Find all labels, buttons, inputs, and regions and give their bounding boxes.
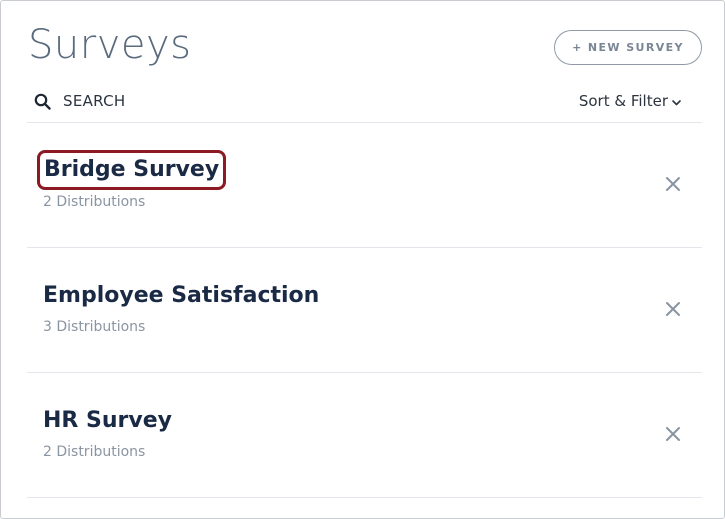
survey-name-link[interactable]: Bridge Survey xyxy=(36,150,227,190)
survey-row[interactable]: Bridge Survey 2 Distributions xyxy=(27,123,702,248)
search-label: SEARCH xyxy=(63,92,126,110)
row-divider xyxy=(27,497,702,498)
distribution-count: 2 Distributions xyxy=(43,194,146,210)
page-title: Surveys xyxy=(28,22,192,68)
search-icon xyxy=(34,93,51,110)
close-icon xyxy=(664,300,682,318)
survey-name-link[interactable]: Employee Satisfaction xyxy=(43,282,319,310)
close-icon xyxy=(664,425,682,443)
sort-filter-dropdown[interactable]: Sort & Filter xyxy=(579,89,681,113)
search-field[interactable]: SEARCH xyxy=(34,89,126,113)
survey-row[interactable]: HR Survey 2 Distributions xyxy=(27,373,702,498)
sort-filter-label: Sort & Filter xyxy=(578,92,668,110)
chevron-down-icon xyxy=(668,92,681,110)
distribution-count: 2 Distributions xyxy=(43,444,146,460)
survey-name-link[interactable]: HR Survey xyxy=(43,407,172,435)
delete-survey-button[interactable] xyxy=(664,425,682,443)
survey-row[interactable]: Employee Satisfaction 3 Distributions xyxy=(27,248,702,373)
distribution-count: 3 Distributions xyxy=(43,319,146,335)
close-icon xyxy=(664,175,682,193)
delete-survey-button[interactable] xyxy=(664,175,682,193)
new-survey-button[interactable]: + NEW SURVEY xyxy=(554,30,702,65)
delete-survey-button[interactable] xyxy=(664,300,682,318)
surveys-panel: Surveys + NEW SURVEY SEARCH Sort & Filte… xyxy=(0,0,725,519)
